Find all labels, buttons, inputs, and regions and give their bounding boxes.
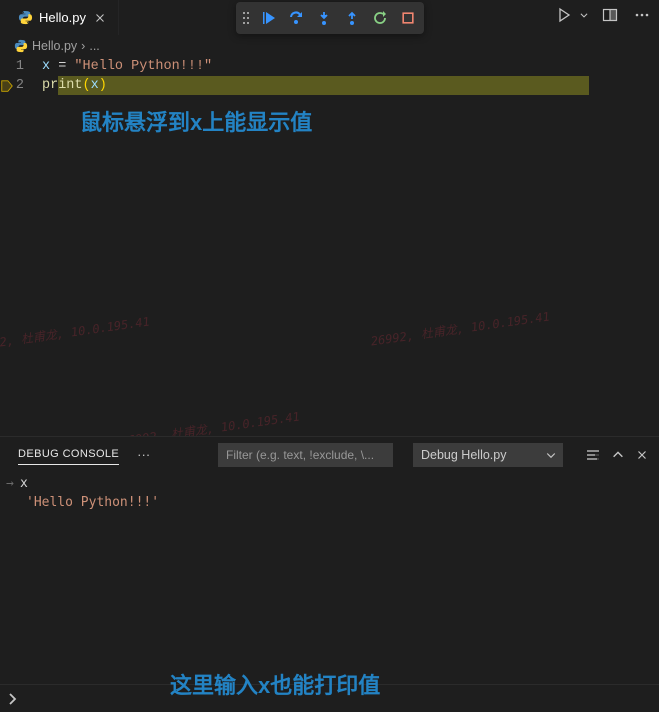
panel-header: DEBUG CONSOLE ··· Debug Hello.py [0, 437, 659, 472]
console-expr: x [20, 476, 28, 491]
debug-session-select[interactable]: Debug Hello.py [413, 443, 563, 467]
step-out-button[interactable] [339, 5, 365, 31]
watermark: 26992, 杜甫龙, 10.0.195.41 [370, 308, 551, 350]
run-button[interactable] [553, 4, 575, 26]
clear-console-icon[interactable] [585, 447, 601, 463]
editor-actions [553, 4, 653, 26]
debug-console-output[interactable]: →x 'Hello Python!!!' [0, 472, 659, 684]
tab-label: Hello.py [39, 10, 86, 25]
continue-button[interactable] [255, 5, 281, 31]
step-over-button[interactable] [283, 5, 309, 31]
debug-console-filter-input[interactable] [218, 443, 393, 467]
chevron-up-icon[interactable] [611, 448, 625, 462]
split-editor-icon[interactable] [599, 4, 621, 26]
drag-handle-icon[interactable] [239, 10, 253, 26]
chevron-right-icon [4, 691, 20, 707]
python-icon [14, 39, 28, 53]
annotation-input: 这里输入x也能打印值 [170, 668, 380, 700]
step-into-button[interactable] [311, 5, 337, 31]
code-editor[interactable]: 1 x = "Hello Python!!!" 2 print(x) [0, 57, 659, 95]
watermark: 26992, 杜甫龙, 10.0.195.41 [0, 313, 151, 355]
line-number: 1 [0, 57, 42, 76]
panel: DEBUG CONSOLE ··· Debug Hello.py →x 'Hel… [0, 436, 659, 712]
tab-debug-console[interactable]: DEBUG CONSOLE [18, 444, 119, 465]
breadcrumb-separator: › [81, 39, 85, 53]
console-result: 'Hello Python!!!' [6, 493, 653, 512]
stop-button[interactable] [395, 5, 421, 31]
code-line: 1 x = "Hello Python!!!" [0, 57, 659, 76]
breadcrumb[interactable]: Hello.py › ... [0, 35, 659, 57]
line-number: 2 [0, 76, 42, 95]
close-panel-icon[interactable] [635, 448, 649, 462]
code-line: 2 print(x) [0, 76, 659, 95]
chevron-down-icon [545, 449, 557, 461]
debug-session-label: Debug Hello.py [421, 448, 506, 462]
prompt-icon: → [6, 474, 20, 493]
python-icon [18, 10, 33, 25]
breadcrumb-file: Hello.py [32, 39, 77, 53]
more-actions-icon[interactable] [631, 4, 653, 26]
restart-button[interactable] [367, 5, 393, 31]
panel-tabs-more-icon[interactable]: ··· [131, 447, 156, 462]
breadcrumb-ellipsis: ... [89, 39, 99, 53]
annotation-hover: 鼠标悬浮到x上能显示值 [80, 105, 312, 137]
run-dropdown-icon[interactable] [579, 4, 589, 26]
tab-hello-py[interactable]: Hello.py [8, 0, 119, 35]
debug-toolbar [236, 2, 424, 34]
close-icon[interactable] [92, 10, 108, 26]
